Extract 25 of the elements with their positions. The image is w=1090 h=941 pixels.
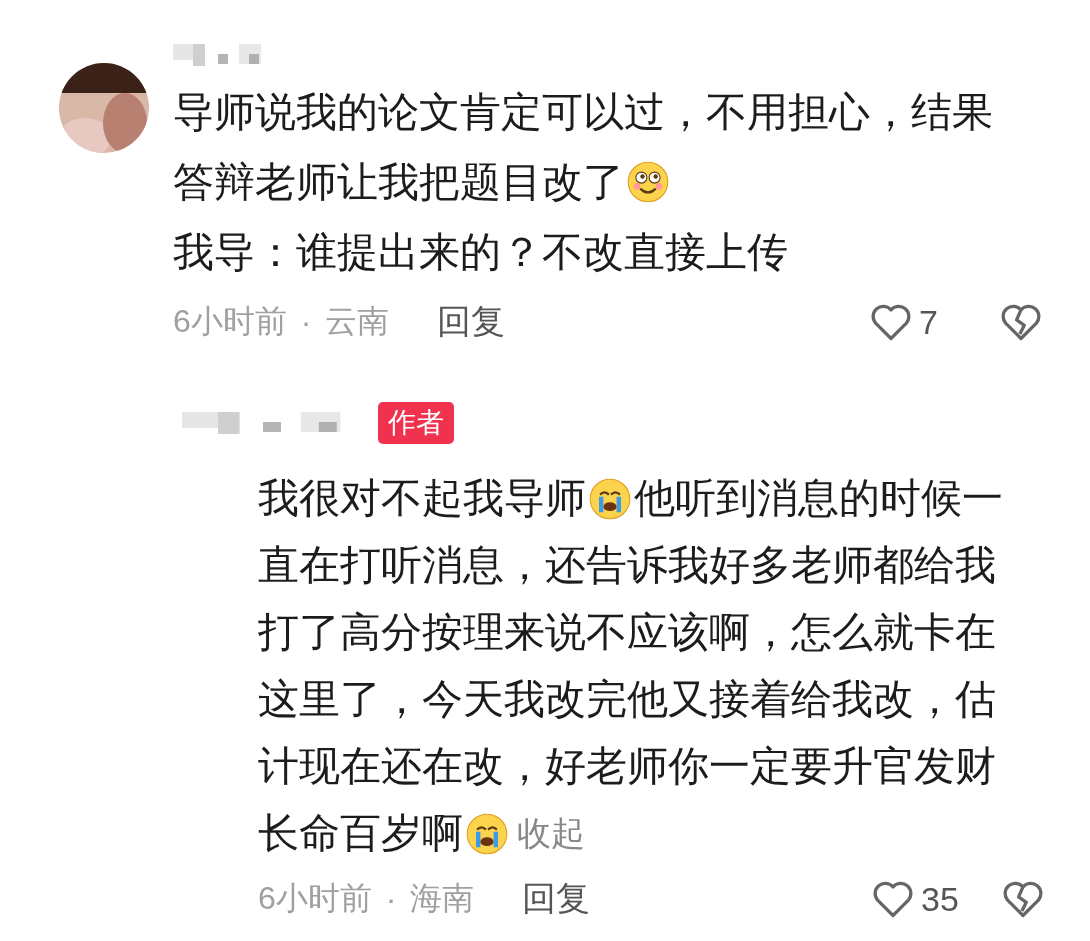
collapse-link[interactable]: 收起 <box>517 800 585 867</box>
location-text: 海南 <box>410 879 475 918</box>
reply-link[interactable]: 回复 <box>437 299 506 345</box>
comment-text: 直在打听消息，还告诉我好多老师都给我 <box>258 541 996 590</box>
crying-face-icon <box>588 476 632 521</box>
location-text: 云南 <box>325 302 390 341</box>
comment-text: 他听到消息的时候一 <box>634 474 1003 523</box>
separator-dot: · <box>385 880 397 918</box>
crying-face-icon <box>465 811 509 856</box>
reply-link[interactable]: 回复 <box>522 876 591 922</box>
time-text: 6小时前 <box>258 879 372 918</box>
comment-text: 打了高分按理来说不应该啊，怎么就卡在 <box>258 608 996 657</box>
comment-text: 长命百岁啊 <box>258 809 463 858</box>
comment-text: 我导：谁提出来的？不改直接上传 <box>173 228 788 277</box>
smiling-face-icon <box>626 160 670 204</box>
comment-text: 计现在还在改，好老师你一定要升官发财 <box>258 742 996 791</box>
comment-text: 我很对不起我导师 <box>258 474 586 523</box>
author-badge: 作者 <box>378 402 454 444</box>
comment-text: 答辩老师让我把题目改了 <box>173 158 624 207</box>
comment-text: 这里了，今天我改完他又接着给我改，估 <box>258 675 996 724</box>
time-text: 6小时前 <box>173 302 287 341</box>
separator-dot: · <box>300 303 312 341</box>
like-count: 35 <box>921 879 960 919</box>
comment-text: 导师说我的论文肯定可以过，不用担心，结果 <box>173 88 993 137</box>
like-count: 7 <box>919 302 939 342</box>
